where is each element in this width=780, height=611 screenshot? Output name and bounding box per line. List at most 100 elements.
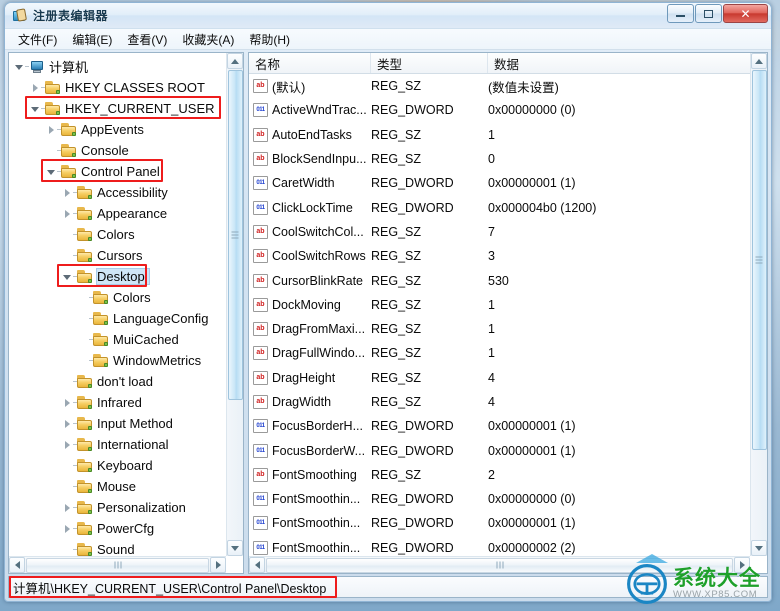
tree-item-don-t-load[interactable]: don't load <box>9 371 226 392</box>
list-vertical-scrollbar[interactable] <box>750 53 767 556</box>
registry-tree-pane: 计算机 HKEY CLASSES ROOT HKEY_CURRENT_USER App… <box>8 52 244 574</box>
table-row[interactable]: ab DragFullWindo... REG_SZ 1 <box>249 341 750 365</box>
tree-item-control-panel[interactable]: Control Panel <box>9 161 226 182</box>
column-type[interactable]: 类型 <box>371 53 488 73</box>
tree-item-languageconfig[interactable]: LanguageConfig <box>9 308 226 329</box>
tree-item-appearance[interactable]: Appearance <box>9 203 226 224</box>
value-name-label: FontSmoothin... <box>272 516 361 531</box>
chevron-right-icon[interactable] <box>29 83 41 92</box>
chevron-down-icon[interactable] <box>29 105 41 112</box>
title-bar[interactable]: 注册表编辑器 ✕ <box>5 3 771 29</box>
minimize-button[interactable] <box>667 4 694 23</box>
list-scroll-up-button[interactable] <box>751 53 767 69</box>
tree-scroll-down-button[interactable] <box>227 540 243 556</box>
table-row[interactable]: ab DragWidth REG_SZ 4 <box>249 390 750 414</box>
tree-item-powercfg[interactable]: PowerCfg <box>9 518 226 539</box>
value-type-cell: REG_SZ <box>371 370 422 385</box>
menu-favorites[interactable]: 收藏夹(A) <box>175 29 242 50</box>
dword-value-icon: 011 <box>253 176 268 191</box>
registry-tree[interactable]: 计算机 HKEY CLASSES ROOT HKEY_CURRENT_USER App… <box>9 53 226 556</box>
value-name-label: CoolSwitchCol... <box>272 224 364 239</box>
tree-item-colors[interactable]: Colors <box>9 224 226 245</box>
list-scroll-thumb[interactable] <box>751 70 767 450</box>
table-row[interactable]: ab (默认) REG_SZ (数值未设置) <box>249 74 750 98</box>
dword-value-icon: 011 <box>253 516 268 531</box>
chevron-right-icon[interactable] <box>61 440 73 449</box>
folder-icon <box>77 269 93 284</box>
list-scroll-right-button[interactable] <box>734 557 750 573</box>
registry-values-list[interactable]: ab (默认) REG_SZ (数值未设置) 011 ActiveWndTrac... RE… <box>249 74 750 556</box>
tree-hscroll-thumb[interactable] <box>26 557 209 573</box>
tree-item-cursors[interactable]: Cursors <box>9 245 226 266</box>
table-row[interactable]: 011 FocusBorderH... REG_DWORD 0x00000001 (1… <box>249 414 750 438</box>
menu-file[interactable]: 文件(F) <box>11 29 65 50</box>
tree-item-hkey-current-user[interactable]: HKEY_CURRENT_USER <box>9 98 226 119</box>
menu-help[interactable]: 帮助(H) <box>242 29 298 50</box>
tree-item-keyboard[interactable]: Keyboard <box>9 455 226 476</box>
list-horizontal-scrollbar[interactable] <box>249 556 750 573</box>
table-row[interactable]: 011 FontSmoothin... REG_DWORD 0x00000000 (0… <box>249 487 750 511</box>
chevron-right-icon[interactable] <box>61 419 73 428</box>
tree-item-hkey-classes-root[interactable]: HKEY CLASSES ROOT <box>9 77 226 98</box>
table-row[interactable]: ab FontSmoothing REG_SZ 2 <box>249 463 750 487</box>
tree-scroll-left-button[interactable] <box>9 557 25 573</box>
tree-item-sound[interactable]: Sound <box>9 539 226 556</box>
tree-item-accessibility[interactable]: Accessibility <box>9 182 226 203</box>
table-row[interactable]: ab BlockSendInpu... REG_SZ 0 <box>249 147 750 171</box>
table-row[interactable]: 011 CaretWidth REG_DWORD 0x00000001 (1) <box>249 171 750 195</box>
chevron-right-icon[interactable] <box>45 125 57 134</box>
menu-view[interactable]: 查看(V) <box>120 29 175 50</box>
table-row[interactable]: ab CursorBlinkRate REG_SZ 530 <box>249 268 750 292</box>
tree-item-desktop[interactable]: Desktop <box>9 266 226 287</box>
value-name-cell: ab AutoEndTasks <box>249 127 371 142</box>
chevron-right-icon[interactable] <box>61 188 73 197</box>
table-row[interactable]: ab DragFromMaxi... REG_SZ 1 <box>249 317 750 341</box>
tree-vertical-scrollbar[interactable] <box>226 53 243 556</box>
tree-item-label: MuiCached <box>113 332 179 347</box>
list-scroll-left-button[interactable] <box>249 557 265 573</box>
chevron-down-icon[interactable] <box>13 63 25 70</box>
table-row[interactable]: 011 FocusBorderW... REG_DWORD 0x00000001 (1… <box>249 438 750 462</box>
tree-scroll-right-button[interactable] <box>210 557 226 573</box>
table-row[interactable]: ab CoolSwitchRows REG_SZ 3 <box>249 244 750 268</box>
table-row[interactable]: 011 ClickLockTime REG_DWORD 0x000004b0 (120… <box>249 195 750 219</box>
table-row[interactable]: 011 FontSmoothin... REG_DWORD 0x00000001 (1… <box>249 511 750 535</box>
tree-item-colors[interactable]: Colors <box>9 287 226 308</box>
tree-item-mouse[interactable]: Mouse <box>9 476 226 497</box>
value-name-cell: 011 FocusBorderW... <box>249 443 371 458</box>
table-row[interactable]: ab AutoEndTasks REG_SZ 1 <box>249 123 750 147</box>
chevron-right-icon[interactable] <box>61 524 73 533</box>
tree-horizontal-scrollbar[interactable] <box>9 556 226 573</box>
computer-icon <box>29 60 45 74</box>
tree-item-input-method[interactable]: Input Method <box>9 413 226 434</box>
tree-item-infrared[interactable]: Infrared <box>9 392 226 413</box>
chevron-down-icon[interactable] <box>45 168 57 175</box>
column-data[interactable]: 数据 <box>488 53 750 73</box>
table-row[interactable]: ab DragHeight REG_SZ 4 <box>249 366 750 390</box>
menu-edit[interactable]: 编辑(E) <box>65 29 120 50</box>
tree-item-personalization[interactable]: Personalization <box>9 497 226 518</box>
tree-item-windowmetrics[interactable]: WindowMetrics <box>9 350 226 371</box>
list-scroll-down-button[interactable] <box>751 540 767 556</box>
table-row[interactable]: ab DockMoving REG_SZ 1 <box>249 293 750 317</box>
registry-editor-icon <box>12 7 28 24</box>
value-type-cell: REG_DWORD <box>371 200 454 215</box>
close-button[interactable]: ✕ <box>723 4 768 23</box>
chevron-right-icon[interactable] <box>61 209 73 218</box>
tree-item-muicached[interactable]: MuiCached <box>9 329 226 350</box>
tree-item-international[interactable]: International <box>9 434 226 455</box>
table-row[interactable]: 011 FontSmoothin... REG_DWORD 0x00000002 (2… <box>249 536 750 556</box>
tree-item-label: Control Panel <box>81 164 160 179</box>
chevron-down-icon[interactable] <box>61 273 73 280</box>
tree-item-appevents[interactable]: AppEvents <box>9 119 226 140</box>
tree-scroll-thumb[interactable] <box>227 70 243 400</box>
tree-item-[interactable]: 计算机 <box>9 56 226 77</box>
table-row[interactable]: ab CoolSwitchCol... REG_SZ 7 <box>249 220 750 244</box>
chevron-right-icon[interactable] <box>61 398 73 407</box>
maximize-button[interactable] <box>695 4 722 23</box>
tree-scroll-up-button[interactable] <box>227 53 243 69</box>
tree-item-console[interactable]: Console <box>9 140 226 161</box>
column-name[interactable]: 名称 <box>249 53 371 73</box>
table-row[interactable]: 011 ActiveWndTrac... REG_DWORD 0x00000000 (… <box>249 98 750 122</box>
chevron-right-icon[interactable] <box>61 503 73 512</box>
